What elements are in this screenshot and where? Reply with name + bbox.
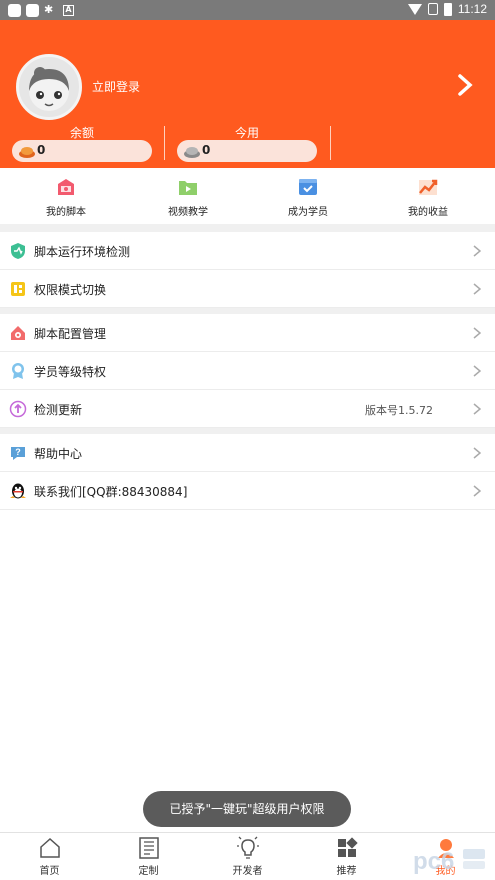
status-bar: ✱ A 11:12 xyxy=(0,0,495,20)
avatar[interactable] xyxy=(16,54,82,120)
toast-message: 已授予"一键玩"超级用户权限 xyxy=(143,791,351,827)
video-tutorial-button[interactable]: 视频教学 xyxy=(126,176,250,218)
battery-icon xyxy=(443,2,452,16)
menu-item-label: 脚本配置管理 xyxy=(34,327,107,341)
menu-item-label: 脚本运行环境检测 xyxy=(34,245,131,259)
member-card-icon xyxy=(299,179,317,195)
quick-action-label: 成为学员 xyxy=(288,207,328,218)
config-house-icon xyxy=(11,326,25,340)
lightbulb-icon xyxy=(236,836,259,859)
chevron-right-icon xyxy=(473,447,481,459)
sim-icon xyxy=(427,3,438,15)
nav-label: 推荐 xyxy=(336,866,357,877)
nav-tab-developer[interactable]: 开发者 xyxy=(198,836,297,877)
quick-action-label: 我的收益 xyxy=(408,207,448,218)
nav-label: 首页 xyxy=(39,866,60,877)
permission-switch-icon xyxy=(11,282,25,296)
svg-text:pc6: pc6 xyxy=(413,848,454,875)
notification-icon xyxy=(26,3,39,17)
badge-icon xyxy=(12,363,24,379)
nav-tab-custom[interactable]: 定制 xyxy=(99,836,198,877)
chevron-right-icon xyxy=(473,365,481,377)
section-gap xyxy=(0,224,495,232)
menu-item-env-check[interactable]: 脚本运行环境检测 xyxy=(0,232,495,270)
divider xyxy=(164,126,165,160)
bottom-nav: 首页 定制 开发者 推荐 我的 pc6 xyxy=(0,832,495,880)
chevron-right-icon xyxy=(473,283,481,295)
video-folder-icon xyxy=(179,181,197,195)
nav-tab-recommend[interactable]: 推荐 xyxy=(297,836,396,877)
chevron-right-icon[interactable] xyxy=(455,72,475,98)
become-member-button[interactable]: 成为学员 xyxy=(246,176,370,218)
balance-value: 0 xyxy=(37,143,46,157)
menu-item-contact-us[interactable]: 联系我们[QQ群:88430884] xyxy=(0,472,495,510)
pc6-watermark-logo: pc6 xyxy=(413,848,485,875)
my-earnings-button[interactable]: 我的收益 xyxy=(366,176,490,218)
quick-action-label: 视频教学 xyxy=(168,207,208,218)
book-icon xyxy=(138,837,159,859)
quick-action-label: 我的脚本 xyxy=(46,207,86,218)
menu-item-help-center[interactable]: ? 帮助中心 xyxy=(0,434,495,472)
chevron-right-icon xyxy=(473,327,481,339)
balance-pill: 0 xyxy=(12,140,152,162)
nav-label: 开发者 xyxy=(232,866,263,877)
menu-item-label: 权限模式切换 xyxy=(34,283,107,297)
nav-label: 定制 xyxy=(138,866,159,877)
coin-icon xyxy=(19,147,35,158)
home-icon xyxy=(39,837,60,858)
shield-check-icon xyxy=(11,243,25,259)
coin-gray-icon xyxy=(184,147,200,158)
quick-actions: 我的脚本 视频教学 成为学员 我的收益 xyxy=(0,168,495,224)
menu-item-check-update[interactable]: 检测更新 版本号1.5.72 xyxy=(0,390,495,428)
menu-item-label: 检测更新 xyxy=(34,403,83,417)
chevron-right-icon xyxy=(473,485,481,497)
status-time: 11:12 xyxy=(457,2,487,16)
divider xyxy=(330,126,331,160)
menu-item-label: 联系我们[QQ群:88430884] xyxy=(34,485,188,499)
bug-icon: ✱ xyxy=(44,3,54,16)
menu-item-permission-mode[interactable]: 权限模式切换 xyxy=(0,270,495,308)
balance-label: 余额 xyxy=(69,126,94,140)
apps-grid-icon xyxy=(337,837,358,857)
login-link[interactable]: 立即登录 xyxy=(92,78,140,95)
today-used-value: 0 xyxy=(202,143,211,157)
svg-text:?: ? xyxy=(15,447,21,457)
help-icon: ? xyxy=(11,447,25,460)
a-icon: A xyxy=(63,4,74,16)
nav-tab-home[interactable]: 首页 xyxy=(0,836,99,877)
menu-item-label: 学员等级特权 xyxy=(34,365,107,379)
today-used-label: 今用 xyxy=(234,126,259,140)
notification-icon xyxy=(8,3,21,17)
today-used-pill: 0 xyxy=(177,140,317,162)
profile-header: 立即登录 余额 0 今用 0 xyxy=(0,20,495,168)
script-bag-icon xyxy=(58,179,74,195)
version-number: 版本号1.5.72 xyxy=(365,404,433,417)
chevron-right-icon xyxy=(473,245,481,257)
my-scripts-button[interactable]: 我的脚本 xyxy=(4,176,128,218)
menu-item-label: 帮助中心 xyxy=(34,447,83,461)
update-icon xyxy=(9,400,27,418)
earnings-chart-icon xyxy=(419,179,438,195)
chevron-right-icon xyxy=(473,403,481,415)
menu-item-member-privilege[interactable]: 学员等级特权 xyxy=(0,352,495,390)
avatar-girl-icon xyxy=(29,67,69,111)
qq-penguin-icon xyxy=(10,483,26,499)
menu-item-script-config[interactable]: 脚本配置管理 xyxy=(0,314,495,352)
wifi-icon xyxy=(407,3,422,15)
